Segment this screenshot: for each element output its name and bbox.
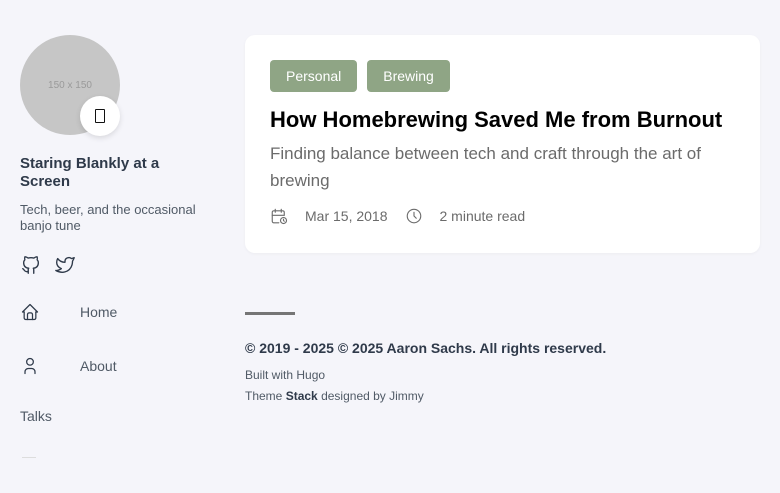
- article-tags: Personal Brewing: [270, 60, 450, 92]
- sidebar-item-label: Talks: [20, 408, 52, 424]
- emoji-glyph-icon: [95, 109, 105, 123]
- clock-icon: [406, 208, 421, 224]
- article-meta: Mar 15, 2018 2 minute read: [270, 207, 525, 225]
- article-subtitle: Finding balance between tech and craft t…: [270, 144, 701, 190]
- sidebar-item-about[interactable]: About: [20, 349, 220, 383]
- tag-personal[interactable]: Personal: [270, 60, 358, 92]
- site-name[interactable]: Staring Blankly at a Screen: [20, 155, 210, 191]
- sidebar: 150 x 150 Staring Blankly at a Screen Te…: [0, 0, 230, 493]
- site-description: Tech, beer, and the occasional banjo tun…: [20, 202, 196, 233]
- theme-name-link[interactable]: Stack: [286, 389, 318, 403]
- theme-prefix: Theme: [245, 389, 283, 403]
- sidebar-item-talks[interactable]: Talks: [20, 399, 220, 433]
- avatar-wrap: 150 x 150: [20, 35, 120, 136]
- article-date: Mar 15, 2018: [305, 208, 388, 224]
- theme-suffix: designed by Jimmy: [321, 389, 424, 403]
- menu-divider: [22, 457, 36, 458]
- sidebar-item-home[interactable]: Home: [20, 295, 220, 329]
- reading-time: 2 minute read: [439, 208, 526, 224]
- sidebar-item-label: About: [80, 358, 117, 374]
- footer-divider: [245, 312, 295, 315]
- article-card: Personal Brewing How Homebrewing Saved M…: [245, 35, 760, 253]
- user-icon: [24, 357, 36, 375]
- twitter-icon[interactable]: [54, 254, 76, 276]
- calendar-time-icon: [271, 208, 288, 225]
- home-icon: [21, 303, 39, 321]
- copyright: © 2019 - 2025 © 2025 Aaron Sachs. All ri…: [245, 340, 607, 356]
- article-title[interactable]: How Homebrewing Saved Me from Burnout: [270, 105, 750, 135]
- built-with-link[interactable]: Built with Hugo: [245, 368, 325, 382]
- github-icon[interactable]: [20, 254, 42, 276]
- tag-brewing[interactable]: Brewing: [367, 60, 450, 92]
- built-with: Built with Hugo: [245, 368, 325, 382]
- avatar-placeholder-text: 150 x 150: [48, 79, 92, 91]
- emoji-badge: [80, 96, 120, 136]
- social-links: [20, 254, 76, 276]
- theme-credit: Theme Stack designed by Jimmy: [245, 389, 424, 403]
- sidebar-item-label: Home: [80, 304, 118, 320]
